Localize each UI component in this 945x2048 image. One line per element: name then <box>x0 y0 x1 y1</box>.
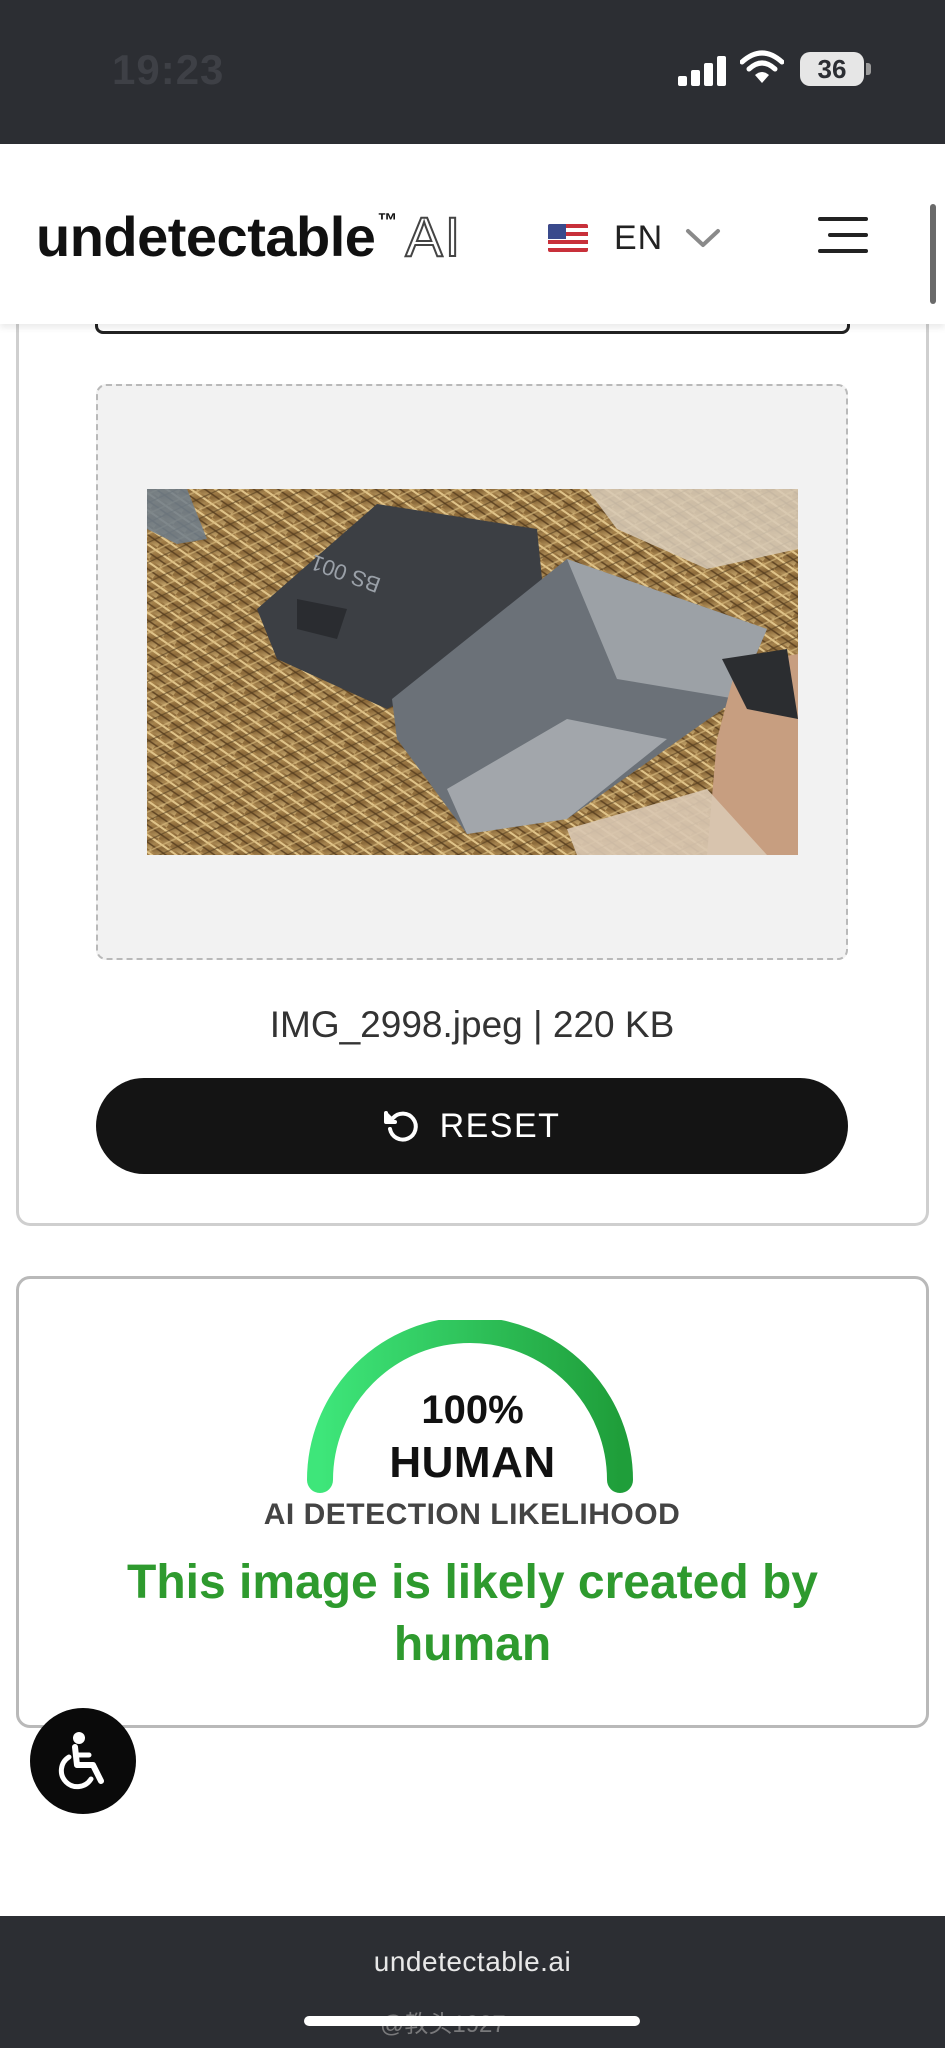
wheelchair-accessibility-icon <box>58 1732 104 1790</box>
page: 19:23 36 undetectable ™ AI EN BS 001 IMG… <box>0 0 945 2048</box>
logo-wordmark: undetectable <box>36 205 376 268</box>
site-header: undetectable ™ AI EN <box>0 144 945 324</box>
language-code: EN <box>614 218 664 257</box>
reset-button[interactable]: RESET <box>96 1078 848 1174</box>
home-indicator[interactable] <box>304 2016 640 2026</box>
reset-label: RESET <box>439 1106 561 1145</box>
scrollbar-thumb[interactable] <box>930 204 936 304</box>
chevron-down-icon <box>686 229 721 247</box>
battery-tip <box>866 63 871 75</box>
cellular-signal-icon <box>678 54 726 86</box>
gauge-classification: HUMAN <box>389 1438 556 1487</box>
uploaded-image-preview: BS 001 <box>147 489 798 855</box>
logo-ai-mark: AI <box>404 204 463 269</box>
gauge-score: 100% <box>421 1388 524 1432</box>
logo-trademark: ™ <box>377 210 398 232</box>
file-info: IMG_2998.jpeg | 220 KB <box>269 1004 675 1045</box>
status-time: 19:23 <box>112 46 225 93</box>
us-flag-icon <box>548 224 588 252</box>
browser-url[interactable]: undetectable.ai <box>0 1946 945 1978</box>
verdict-text: This image is likely created by human <box>127 1556 818 1671</box>
logo[interactable]: undetectable ™ AI <box>36 204 462 274</box>
status-bar: 19:23 36 <box>0 0 945 144</box>
accessibility-button[interactable] <box>30 1708 136 1814</box>
uploaded-photo: BS 001 <box>147 489 798 855</box>
undo-icon <box>383 1111 418 1142</box>
language-selector[interactable]: EN <box>548 216 721 260</box>
hamburger-menu-icon[interactable] <box>818 217 868 253</box>
battery-indicator: 36 <box>800 52 864 86</box>
wifi-icon <box>740 50 784 83</box>
gauge-caption: AI DETECTION LIKELIHOOD <box>263 1498 681 1531</box>
